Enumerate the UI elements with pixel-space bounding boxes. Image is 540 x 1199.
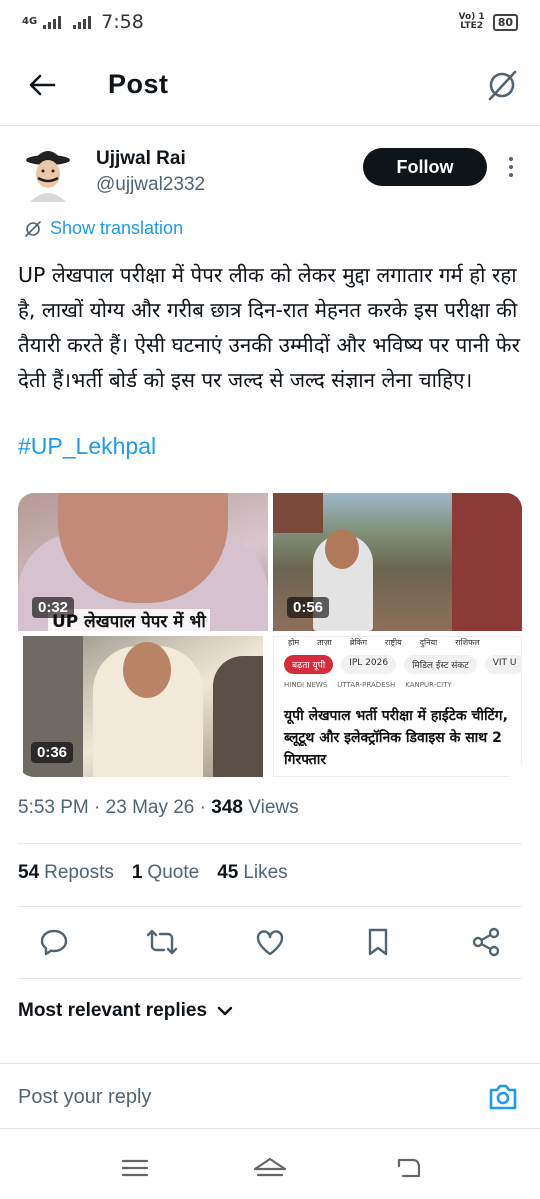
network-indicator: 4G [22, 16, 38, 27]
views-label: Views [248, 797, 299, 818]
menu-icon [121, 1159, 149, 1177]
more-options-icon[interactable] [502, 152, 520, 182]
media-grid: UP लेखपाल पेपर में भी 0:32 0:56 0:36 होम… [18, 493, 522, 777]
reply-input[interactable] [18, 1082, 458, 1112]
chevron-down-icon [217, 1006, 233, 1016]
show-translation-label: Show translation [50, 218, 184, 238]
author-row: Ujjwal Rai @ujjwal2332 Follow [18, 140, 522, 210]
battery-level: 80 [497, 15, 513, 29]
video-duration: 0:56 [287, 597, 330, 618]
avatar[interactable] [22, 144, 74, 202]
video-duration: 0:32 [32, 597, 75, 618]
page-title: Post [108, 69, 169, 99]
grok-icon [488, 70, 517, 100]
news-nav: होम ताज़ा ब्रेकिंग राष्ट्रीय दुनिया राशि… [288, 638, 480, 647]
system-nav-bar [0, 1138, 540, 1199]
video-thumbnail-1[interactable]: UP लेखपाल पेपर में भी 0:32 [18, 493, 268, 631]
battery-icon: 80 [492, 13, 518, 31]
camera-button[interactable] [486, 1082, 520, 1112]
show-translation-link[interactable]: Show translation [24, 218, 183, 239]
divider [18, 978, 522, 979]
clock: 7:58 [101, 11, 144, 33]
post-time: 5:53 PM [18, 797, 89, 818]
home-icon [253, 1157, 287, 1177]
bookmark-icon [368, 928, 388, 956]
reply-composer [0, 1063, 540, 1129]
replies-sort-label: Most relevant replies [18, 1000, 208, 1021]
engagement-stats: 54 Reposts 1 Quote 45 Likes [18, 862, 288, 884]
share-icon [472, 927, 500, 957]
video-thumbnail-2[interactable]: 0:56 [273, 493, 522, 631]
news-screenshot[interactable]: होम ताज़ा ब्रेकिंग राष्ट्रीय दुनिया राशि… [273, 636, 522, 777]
signal-2-icon [73, 15, 92, 29]
signal-icon [43, 15, 62, 29]
lte-indicator: LTE2 [460, 21, 483, 31]
likes-stat[interactable]: 45 Likes [217, 862, 288, 884]
author-name[interactable]: Ujjwal Rai [96, 148, 186, 170]
like-icon [256, 930, 284, 956]
post-date: 23 May 26 [105, 797, 195, 818]
hashtag-link[interactable]: #UP_Lekhpal [18, 433, 156, 460]
arrow-left-icon [29, 74, 56, 95]
reply-button[interactable] [36, 924, 72, 960]
post-text: UP लेखपाल परीक्षा में पेपर लीक को लेकर म… [18, 263, 520, 392]
status-bar: 4G 7:58 Vo) 1 LTE2 80 [0, 0, 540, 44]
video-duration: 0:36 [31, 742, 74, 763]
action-bar [18, 920, 522, 964]
views-count: 348 [211, 797, 243, 818]
top-bar: Post [0, 44, 540, 126]
post-meta: 5:53 PM · 23 May 26 · 348 Views [18, 797, 299, 818]
recent-apps-button[interactable] [115, 1152, 155, 1184]
grok-button[interactable] [482, 65, 522, 105]
follow-button[interactable]: Follow [363, 148, 487, 186]
bookmark-button[interactable] [360, 924, 396, 960]
author-handle[interactable]: @ujjwal2332 [96, 174, 205, 196]
repost-icon [146, 929, 178, 955]
divider [18, 843, 522, 844]
quotes-stat[interactable]: 1 Quote [132, 862, 199, 884]
reply-icon [40, 929, 68, 956]
reposts-stat[interactable]: 54 Reposts [18, 862, 114, 884]
video-thumbnail-3[interactable]: 0:36 [23, 636, 263, 777]
back-button[interactable] [20, 63, 64, 107]
back-nav-button[interactable] [390, 1152, 430, 1184]
news-headline: यूपी लेखपाल भर्ती परीक्षा में हाईटेक चीट… [284, 708, 508, 768]
camera-icon [489, 1084, 517, 1110]
divider [18, 906, 522, 907]
grok-icon [25, 220, 41, 237]
share-button[interactable] [468, 924, 504, 960]
like-button[interactable] [252, 924, 288, 960]
home-button[interactable] [250, 1152, 290, 1184]
news-breadcrumb: HINDI NEWS UTTAR-PRADESH KANPUR-CITY [284, 681, 452, 689]
replies-sort-dropdown[interactable]: Most relevant replies [18, 1000, 233, 1022]
news-chips: बढ़ता यूपी IPL 2026 मिडिल ईस्ट संकट VIT … [284, 655, 521, 674]
back-nav-icon [397, 1158, 421, 1178]
repost-button[interactable] [144, 924, 180, 960]
